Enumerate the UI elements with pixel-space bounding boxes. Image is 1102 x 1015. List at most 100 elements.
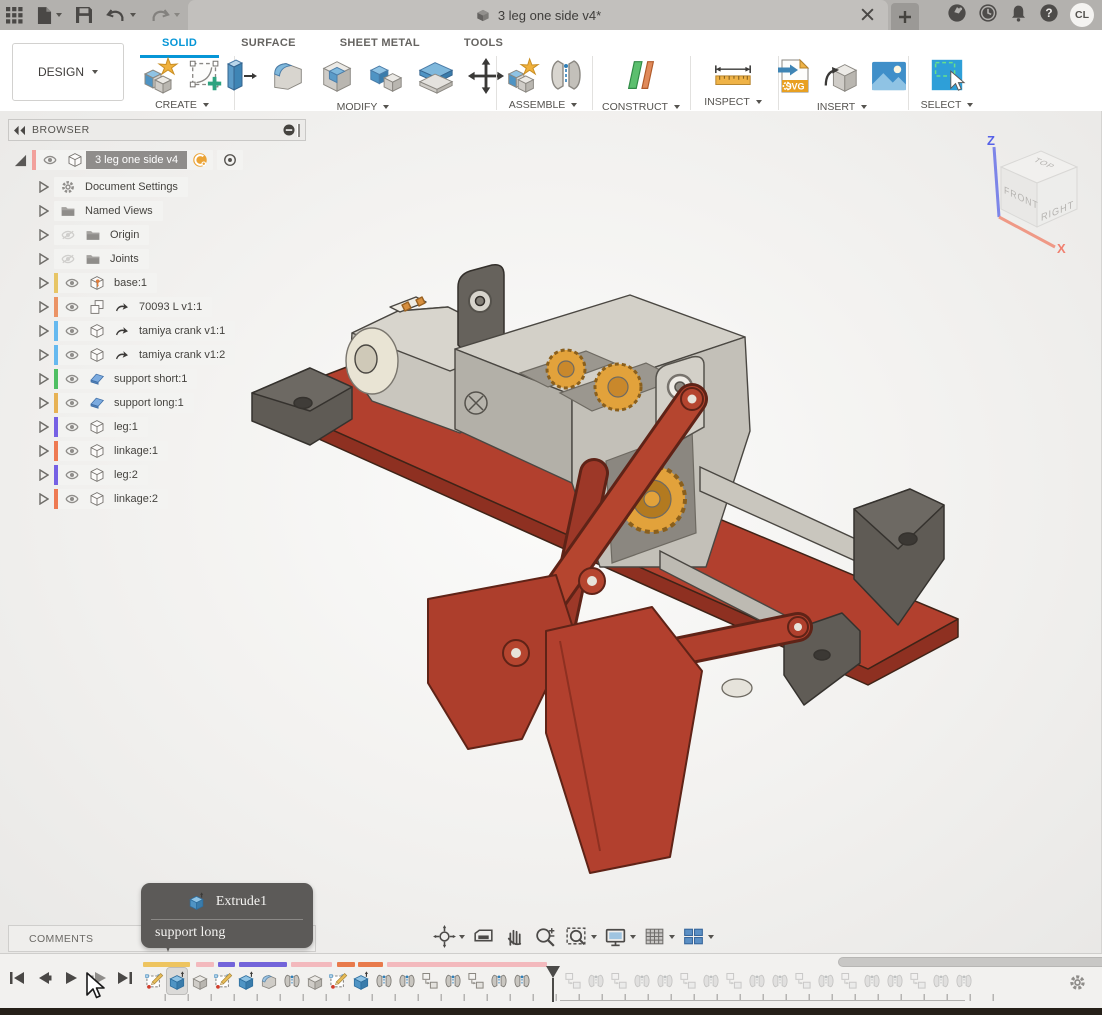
- timeline-feature[interactable]: [512, 968, 532, 994]
- redo-button[interactable]: [150, 8, 180, 23]
- chevron-down-icon[interactable]: [708, 935, 714, 939]
- document-tab[interactable]: 3 leg one side v4*: [188, 0, 888, 30]
- tree-row[interactable]: base:1: [8, 271, 306, 295]
- panel-resize-handle[interactable]: [297, 124, 300, 137]
- measure-icon[interactable]: [712, 57, 754, 96]
- go-to-start-button[interactable]: [8, 969, 26, 987]
- node-label[interactable]: Named Views: [85, 205, 153, 217]
- step-back-button[interactable]: [35, 969, 53, 987]
- new-component-icon[interactable]: [503, 56, 541, 99]
- visibility-eye-icon[interactable]: [61, 490, 83, 508]
- visibility-eye-icon[interactable]: [57, 226, 79, 244]
- pan-tool[interactable]: [500, 923, 529, 950]
- timeline-feature-suppressed[interactable]: [793, 968, 813, 994]
- tree-row[interactable]: tamiya crank v1:1: [8, 319, 306, 343]
- timeline-feature-suppressed[interactable]: [655, 968, 675, 994]
- timeline-feature-suppressed[interactable]: [586, 968, 606, 994]
- timeline-feature[interactable]: [282, 968, 302, 994]
- tree-row[interactable]: Joints: [8, 247, 306, 271]
- node-label[interactable]: support short:1: [114, 373, 187, 385]
- timeline-feature-suppressed[interactable]: [862, 968, 882, 994]
- timeline-feature[interactable]: [236, 968, 256, 994]
- timeline-feature[interactable]: [190, 968, 210, 994]
- node-label[interactable]: Origin: [110, 229, 139, 241]
- help-icon[interactable]: ?: [1039, 3, 1059, 28]
- timeline-feature-suppressed[interactable]: [632, 968, 652, 994]
- display-settings-tool[interactable]: [601, 923, 638, 950]
- visibility-eye-icon[interactable]: [39, 151, 61, 169]
- timeline-feature[interactable]: [144, 968, 164, 994]
- ribbon-tab[interactable]: SOLID: [140, 33, 219, 58]
- insert-svg-icon[interactable]: SVG: [776, 56, 812, 101]
- tree-row[interactable]: Named Views: [8, 199, 306, 223]
- close-tab-icon[interactable]: [860, 7, 876, 23]
- chevron-down-icon[interactable]: [630, 935, 636, 939]
- undo-button[interactable]: [106, 8, 136, 23]
- expand-arrow-icon[interactable]: [34, 253, 54, 265]
- grid-settings-tool[interactable]: [640, 923, 677, 950]
- timeline-feature[interactable]: [213, 968, 233, 994]
- select-icon[interactable]: [928, 56, 966, 99]
- expand-arrow-icon[interactable]: [34, 373, 54, 385]
- timeline-feature[interactable]: [328, 968, 348, 994]
- node-label[interactable]: 70093 L v1:1: [139, 301, 202, 313]
- expand-arrow-icon[interactable]: [34, 421, 54, 433]
- timeline-feature[interactable]: [466, 968, 486, 994]
- node-label[interactable]: linkage:2: [114, 493, 158, 505]
- timeline-feature[interactable]: [374, 968, 394, 994]
- tree-row[interactable]: Document Settings: [8, 175, 306, 199]
- timeline-feature[interactable]: [167, 968, 187, 994]
- visibility-eye-icon[interactable]: [61, 418, 83, 436]
- inspect-group-label[interactable]: INSPECT: [704, 96, 762, 110]
- node-label[interactable]: linkage:1: [114, 445, 158, 457]
- timeline-feature-suppressed[interactable]: [908, 968, 928, 994]
- collapse-panel-icon[interactable]: [13, 125, 26, 136]
- timeline-feature-suppressed[interactable]: [609, 968, 629, 994]
- timeline-feature-suppressed[interactable]: [747, 968, 767, 994]
- viewports-tool[interactable]: [679, 923, 716, 950]
- ribbon-tab[interactable]: TOOLS: [442, 33, 525, 58]
- timeline-feature-suppressed[interactable]: [563, 968, 583, 994]
- timeline-feature[interactable]: [489, 968, 509, 994]
- look-at-tool[interactable]: [469, 923, 498, 950]
- orbit-tool[interactable]: [430, 923, 467, 950]
- app-grid-icon[interactable]: [6, 7, 23, 24]
- job-status-icon[interactable]: [978, 3, 998, 28]
- ribbon-tab[interactable]: SHEET METAL: [318, 33, 442, 58]
- tree-row[interactable]: linkage:1: [8, 439, 306, 463]
- avatar[interactable]: CL: [1070, 3, 1094, 27]
- visibility-eye-icon[interactable]: [61, 346, 83, 364]
- tree-root-row[interactable]: 3 leg one side v4: [8, 148, 306, 172]
- node-label[interactable]: Joints: [110, 253, 139, 265]
- shell-icon[interactable]: [318, 57, 356, 100]
- tree-row[interactable]: linkage:2: [8, 487, 306, 511]
- joint-icon[interactable]: [549, 57, 583, 98]
- visibility-eye-icon[interactable]: [61, 274, 83, 292]
- insert-canvas-icon[interactable]: [870, 60, 908, 97]
- expand-arrow-icon[interactable]: [34, 229, 54, 241]
- fit-tool[interactable]: [562, 923, 599, 950]
- visibility-eye-icon[interactable]: [61, 322, 83, 340]
- tree-row[interactable]: 70093 L v1:1: [8, 295, 306, 319]
- timeline-feature-suppressed[interactable]: [678, 968, 698, 994]
- node-label[interactable]: Document Settings: [85, 181, 178, 193]
- timeline-feature-suppressed[interactable]: [816, 968, 836, 994]
- visibility-eye-icon[interactable]: [61, 466, 83, 484]
- visibility-eye-icon[interactable]: [61, 442, 83, 460]
- visibility-eye-icon[interactable]: [57, 250, 79, 268]
- zoom-tool[interactable]: [531, 923, 560, 950]
- visibility-eye-icon[interactable]: [61, 394, 83, 412]
- activate-component-radio-icon[interactable]: [219, 151, 241, 169]
- notifications-bell-icon[interactable]: [1009, 3, 1028, 28]
- timeline-feature-suppressed[interactable]: [770, 968, 790, 994]
- tree-row[interactable]: leg:2: [8, 463, 306, 487]
- timeline-feature[interactable]: [420, 968, 440, 994]
- press-pull-icon[interactable]: [222, 56, 258, 101]
- expand-arrow-icon[interactable]: [34, 325, 54, 337]
- expand-arrow-icon[interactable]: [34, 277, 54, 289]
- chevron-down-icon[interactable]: [669, 935, 675, 939]
- timeline-feature[interactable]: [305, 968, 325, 994]
- file-menu-button[interactable]: [37, 7, 62, 24]
- model-viewport[interactable]: TOP FRONT RIGHT Z X BROWSER: [0, 111, 1102, 953]
- expand-arrow-icon[interactable]: [34, 493, 54, 505]
